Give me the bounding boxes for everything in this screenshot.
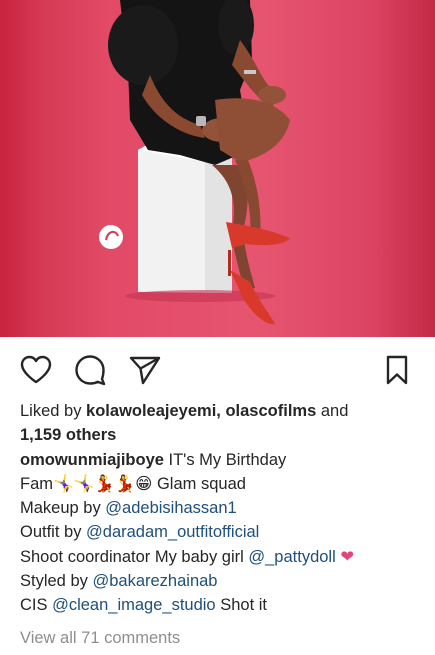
caption-text: CIS bbox=[20, 596, 53, 615]
view-comments-link[interactable]: View all 71 comments bbox=[20, 626, 420, 650]
mention-link[interactable]: @adebisihassan1 bbox=[105, 499, 236, 517]
paper-plane-icon[interactable] bbox=[128, 353, 162, 387]
likes-count-line: 1,159 others bbox=[20, 423, 420, 447]
mention-link[interactable]: @clean_image_studio bbox=[52, 596, 216, 614]
caption-line-1: omowunmiajiboye IT's My Birthday bbox=[20, 448, 420, 472]
caption-line-outfit: Outfit by @daradam_outfitofficial bbox=[20, 520, 420, 544]
mention-link[interactable]: @_pattydoll bbox=[248, 548, 335, 566]
caption-text: Outfit by bbox=[20, 523, 87, 542]
caption-line-shoot: Shoot coordinator My baby girl @_pattydo… bbox=[20, 545, 420, 569]
caption-text: Shot it bbox=[215, 596, 267, 615]
liker-username[interactable]: olascofilms bbox=[225, 402, 316, 420]
author-username[interactable]: omowunmiajiboye bbox=[20, 451, 164, 469]
liked-by-line: Liked by kolawoleajeyemi, olascofilms an… bbox=[20, 399, 420, 423]
heart-emoji-icon: ❤ bbox=[340, 547, 355, 566]
caption-text: Fam🤸‍♀️🤸‍♀️💃💃😁 Glam squad bbox=[20, 474, 246, 493]
caption-text: Shoot coordinator My baby girl bbox=[20, 547, 249, 566]
post-image[interactable] bbox=[0, 0, 435, 337]
and-label: and bbox=[316, 402, 349, 420]
caption-text: Styled by bbox=[20, 572, 93, 591]
post-actions-bar bbox=[0, 349, 435, 389]
caption-line-2: Fam🤸‍♀️🤸‍♀️💃💃😁 Glam squad bbox=[20, 472, 420, 496]
liked-by-label: Liked by bbox=[20, 402, 87, 420]
caption-line-makeup: Makeup by @adebisihassan1 bbox=[20, 496, 420, 520]
caption-line-cis: CIS @clean_image_studio Shot it bbox=[20, 593, 420, 617]
caption-line-styled: Styled by @bakarezhainab bbox=[20, 569, 420, 593]
post-caption: Liked by kolawoleajeyemi, olascofilms an… bbox=[20, 399, 420, 650]
post-photo-illustration bbox=[99, 0, 290, 325]
caption-text: IT's My Birthday bbox=[163, 450, 287, 469]
caption-text: Makeup by bbox=[20, 499, 106, 518]
bookmark-icon[interactable] bbox=[380, 353, 414, 387]
heart-outline-icon[interactable] bbox=[19, 353, 53, 387]
likes-count[interactable]: 1,159 others bbox=[20, 426, 116, 444]
mention-link[interactable]: @daradam_outfitofficial bbox=[86, 523, 259, 541]
speech-bubble-icon[interactable] bbox=[73, 353, 107, 387]
liker-username[interactable]: kolawoleajeyemi bbox=[86, 402, 216, 420]
mention-link[interactable]: @bakarezhainab bbox=[92, 572, 217, 590]
watermark-logo bbox=[99, 225, 123, 249]
